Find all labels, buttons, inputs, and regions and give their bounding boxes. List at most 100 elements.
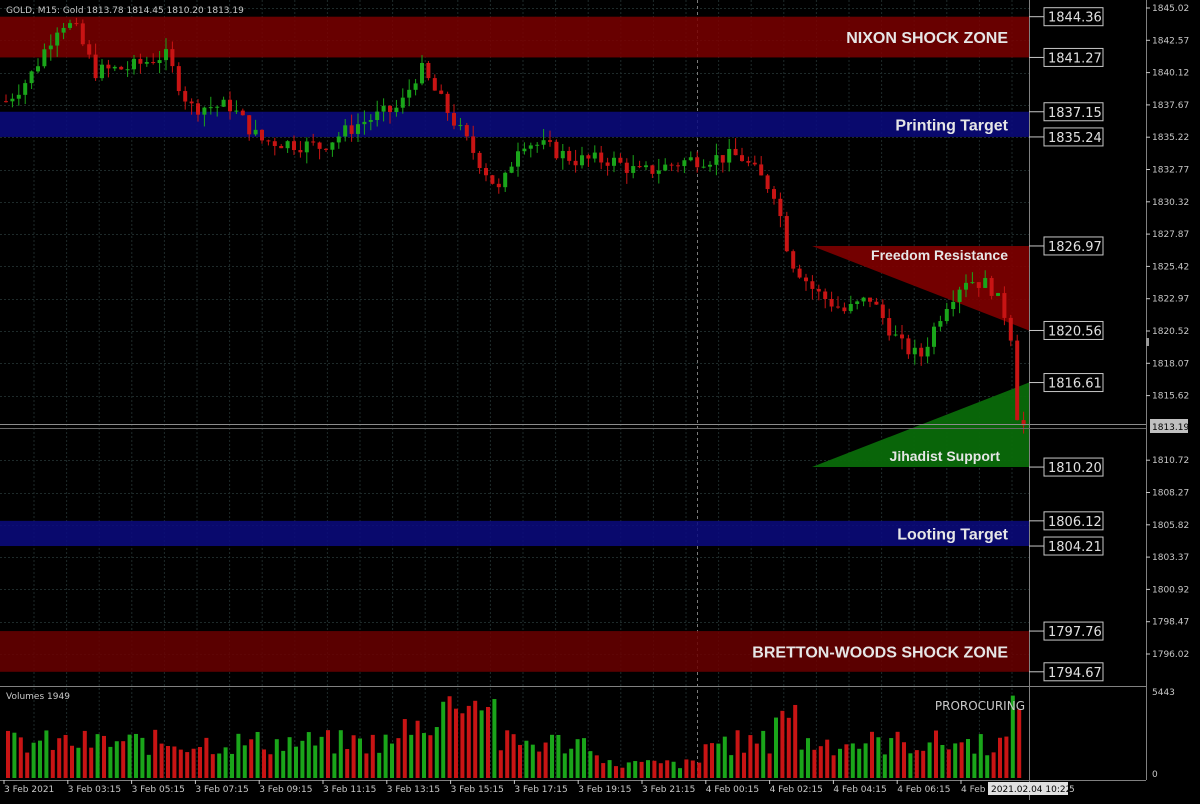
zone-label: Printing Target [895,117,1008,134]
volume-bar [646,760,650,778]
time-tick-label: 4 Feb 00:15 [706,785,759,795]
candle-body [183,91,188,102]
volume-bar [575,739,580,778]
candle-body [452,113,456,126]
volume-bar [914,750,919,778]
volume-bar [422,733,426,778]
level-price-label: 1820.56 [1048,324,1102,339]
candle-body [413,83,418,90]
candle-body [701,166,706,168]
candle-body [964,282,968,290]
volume-bar [153,729,158,778]
candle-body [957,289,962,302]
volume-bar [383,734,388,778]
volume-max-label: 5443 [1152,688,1175,698]
volume-bar [607,760,612,778]
volume-bar [210,754,215,778]
candle-body [823,291,828,299]
candle-body [522,148,527,152]
volume-bar [671,761,676,778]
volume-bar [639,761,644,778]
candle-body [797,268,802,278]
price-tick-label: 1842.57 [1152,36,1189,46]
candle-body [215,106,220,108]
candle-body [644,165,648,168]
volume-bar [50,749,55,778]
level-price-label: 1794.67 [1048,666,1102,681]
volume-bar [735,730,740,778]
volume-bar [742,752,746,778]
volume-bar [601,763,606,778]
volume-bar [38,740,42,778]
volume-bar [492,699,497,778]
volume-bar [780,710,785,778]
volume-bar [486,706,490,778]
candle-body [759,164,764,176]
volume-bar [345,749,350,778]
candle-body [362,121,367,125]
volume-bar [946,749,951,778]
candle-body [464,125,469,137]
candle-body [944,309,949,322]
volume-bar [806,738,810,778]
trading-chart-window[interactable]: NIXON SHOCK ZONE Printing Target Looting T… [0,0,1200,800]
candle-body [548,140,552,142]
candle-body [829,298,834,307]
candle-body [983,278,988,288]
candle-body [720,155,725,163]
candle-body [266,140,271,142]
volume-bar [902,742,906,778]
volume-bar [140,737,145,778]
price-chart[interactable]: NIXON SHOCK ZONE Printing Target Looting T… [0,0,1200,800]
volume-bar [82,730,87,778]
volume-bar [793,704,798,778]
volume-bar [921,750,926,778]
candle-body [669,164,674,166]
candle-body [208,107,213,109]
volume-bar [172,746,177,778]
price-tick-label: 1830.32 [1152,198,1189,208]
candle-body [388,105,392,113]
volume-bar [543,742,548,778]
volume-bar [889,738,894,778]
candle-body [938,321,943,327]
price-tick-label: 1815.62 [1152,392,1189,402]
candle-body [420,62,424,84]
volume-bar [934,730,938,778]
candle-body [400,97,405,108]
volume-bar [447,696,452,778]
chart-shift-handle[interactable] [1146,338,1149,346]
candle-body [151,62,156,64]
candle-body [528,145,533,149]
candle-body [791,251,796,269]
zone-label: BRETTON-WOODS SHOCK ZONE [752,644,1008,661]
candle-body [68,23,72,28]
volume-bar [242,745,247,778]
candle-body [285,141,290,149]
candle-body [765,175,770,190]
volume-bar [908,753,913,778]
candle-body [4,101,8,103]
volume-bar [294,746,298,778]
candle-body [16,94,21,99]
candle-body [279,145,284,149]
candle-body [752,162,757,165]
time-tick-label: 3 Feb 19:15 [578,785,631,795]
candle-body [439,90,444,94]
candle-body [714,155,719,165]
volume-bar [326,730,330,778]
volume-bar [18,737,23,778]
candle-body [381,105,386,112]
candle-body [688,157,693,161]
candle-body [164,49,168,61]
candle-body [1008,317,1013,341]
candle-body [708,164,712,167]
candle-body [311,141,316,143]
candle-body [573,160,578,166]
volume-bar [274,739,279,778]
volume-bar [114,741,119,778]
candle-body [458,125,463,127]
candle-body [343,125,348,137]
candle-body [695,157,700,168]
volume-bar [454,708,458,778]
